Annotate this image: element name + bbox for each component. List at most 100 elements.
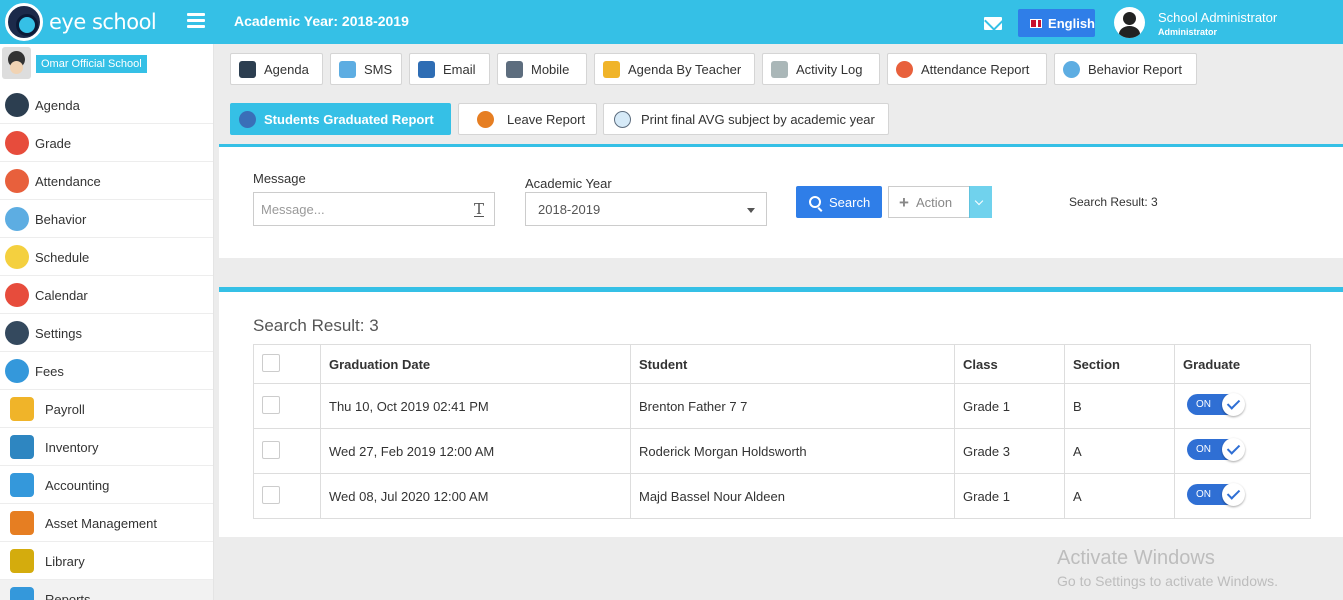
text-format-icon: T <box>473 200 484 218</box>
student-cell: Majd Bassel Nour Aldeen <box>630 473 955 519</box>
leave-report-button[interactable]: Leave Report <box>458 103 597 135</box>
uk-flag-icon <box>1030 18 1043 28</box>
graduate-toggle[interactable]: ON <box>1187 393 1245 416</box>
activity-log-button[interactable]: Activity Log <box>762 53 880 85</box>
agenda-report-button[interactable]: Agenda <box>230 53 323 85</box>
checkmark-icon <box>1222 483 1245 506</box>
mobile-icon <box>506 60 523 78</box>
user-avatar[interactable] <box>1114 7 1145 38</box>
sidebar-item-label: Accounting <box>45 478 110 493</box>
plus-icon: + <box>899 192 909 212</box>
menu-toggle-icon[interactable] <box>187 13 205 28</box>
table-row[interactable]: Wed 08, Jul 2020 12:00 AM Majd Bassel Nou… <box>253 473 1311 519</box>
toggle-state-label: ON <box>1196 444 1211 455</box>
student-cell: Brenton Father 7 7 <box>630 383 955 429</box>
sidebar-item-label: Schedule <box>35 250 90 265</box>
fees-icon <box>5 359 29 383</box>
asset-management-icon <box>10 511 34 535</box>
inventory-icon <box>10 435 34 459</box>
students-graduated-report-button[interactable]: Students Graduated Report <box>230 103 451 135</box>
toggle-state-label: ON <box>1196 399 1211 410</box>
school-row: Omar Official School <box>0 44 213 86</box>
activity-log-label: Activity Log <box>796 61 863 77</box>
table-row[interactable]: Thu 10, Oct 2019 02:41 PM Brenton Father … <box>253 383 1311 429</box>
sidebar-item-reports[interactable]: Reports <box>0 580 213 600</box>
sidebar-item-label: Grade <box>35 136 72 151</box>
attendance-report-button[interactable]: Attendance Report <box>887 53 1047 85</box>
table-row[interactable]: Wed 27, Feb 2019 12:00 AM Roderick Morgan… <box>253 428 1311 474</box>
column-class[interactable]: Class <box>954 344 1065 384</box>
sidebar-item-grade[interactable]: Grade <box>0 124 213 162</box>
agenda-by-teacher-icon <box>603 60 620 78</box>
section-cell: A <box>1064 428 1175 474</box>
sidebar-item-library[interactable]: Library <box>0 542 213 580</box>
sidebar-item-label: Calendar <box>35 288 88 303</box>
sidebar-item-schedule[interactable]: Schedule <box>0 238 213 276</box>
column-graduate[interactable]: Graduate <box>1174 344 1311 384</box>
email-icon <box>418 60 435 78</box>
settings-icon <box>5 321 29 345</box>
school-name-badge[interactable]: Omar Official School <box>36 55 147 73</box>
column-graduation-date[interactable]: Graduation Date <box>320 344 631 384</box>
action-dropdown-toggle[interactable] <box>969 186 992 218</box>
row-checkbox[interactable] <box>262 395 280 414</box>
sidebar-item-label: Behavior <box>35 212 87 227</box>
agenda-report-label: Agenda <box>264 61 309 77</box>
eye-school-logo-icon[interactable] <box>5 3 43 41</box>
toggle-state-label: ON <box>1196 489 1211 500</box>
results-panel: Search Result: 3 Graduation Date Student… <box>219 287 1343 537</box>
mobile-report-button[interactable]: Mobile <box>497 53 587 85</box>
email-report-button[interactable]: Email <box>409 53 490 85</box>
print-icon <box>614 110 631 128</box>
class-cell: Grade 3 <box>954 428 1065 474</box>
agenda-by-teacher-button[interactable]: Agenda By Teacher <box>594 53 755 85</box>
brand-name[interactable]: eye school <box>49 10 157 34</box>
class-cell: Grade 1 <box>954 383 1065 429</box>
leave-report-icon <box>477 110 494 128</box>
sidebar-item-payroll[interactable]: Payroll <box>0 390 213 428</box>
mail-icon[interactable] <box>984 17 1002 30</box>
attendance-report-icon <box>896 60 913 78</box>
action-button[interactable]: + Action <box>888 186 970 218</box>
school-avatar <box>2 47 31 79</box>
print-final-avg-label: Print final AVG subject by academic year <box>641 111 875 127</box>
sidebar-item-fees[interactable]: Fees <box>0 352 213 390</box>
message-input[interactable]: Message... T <box>253 192 495 226</box>
row-checkbox[interactable] <box>262 440 280 459</box>
activate-windows-title: Activate Windows <box>1057 547 1215 569</box>
sms-report-button[interactable]: SMS <box>330 53 402 85</box>
graduate-cell: ON <box>1174 473 1311 519</box>
search-icon <box>809 196 821 208</box>
row-select-cell <box>253 383 321 429</box>
sidebar-item-agenda[interactable]: Agenda <box>0 86 213 124</box>
search-button[interactable]: Search <box>796 186 882 218</box>
sidebar-item-behavior[interactable]: Behavior <box>0 200 213 238</box>
results-table: Graduation Date Student Class Section Gr… <box>253 344 1311 519</box>
column-student[interactable]: Student <box>630 344 955 384</box>
graduation-cap-icon <box>239 110 256 128</box>
attendance-report-label: Attendance Report <box>921 61 1030 77</box>
language-button[interactable]: English <box>1018 9 1095 37</box>
behavior-report-button[interactable]: Behavior Report <box>1054 53 1197 85</box>
user-role: Administrator <box>1158 27 1218 37</box>
sms-report-label: SMS <box>364 61 393 77</box>
select-all-checkbox[interactable] <box>262 353 280 372</box>
print-final-avg-button[interactable]: Print final AVG subject by academic year <box>603 103 889 135</box>
user-name[interactable]: School Administrator <box>1158 10 1277 25</box>
graduate-toggle[interactable]: ON <box>1187 438 1245 461</box>
sidebar-item-attendance[interactable]: Attendance <box>0 162 213 200</box>
row-checkbox[interactable] <box>262 485 280 504</box>
chevron-down-icon <box>747 208 755 213</box>
sidebar-item-settings[interactable]: Settings <box>0 314 213 352</box>
graduate-toggle[interactable]: ON <box>1187 483 1245 506</box>
sidebar-item-accounting[interactable]: Accounting <box>0 466 213 504</box>
sidebar-item-calendar[interactable]: Calendar <box>0 276 213 314</box>
checkmark-icon <box>1222 393 1245 416</box>
agenda-icon <box>239 60 256 78</box>
sidebar-item-inventory[interactable]: Inventory <box>0 428 213 466</box>
academic-year-select[interactable]: 2018-2019 <box>525 192 767 226</box>
column-section[interactable]: Section <box>1064 344 1175 384</box>
academic-year-label: Academic Year <box>525 176 612 191</box>
sidebar-item-asset-management[interactable]: Asset Management <box>0 504 213 542</box>
attendance-icon <box>5 169 29 193</box>
